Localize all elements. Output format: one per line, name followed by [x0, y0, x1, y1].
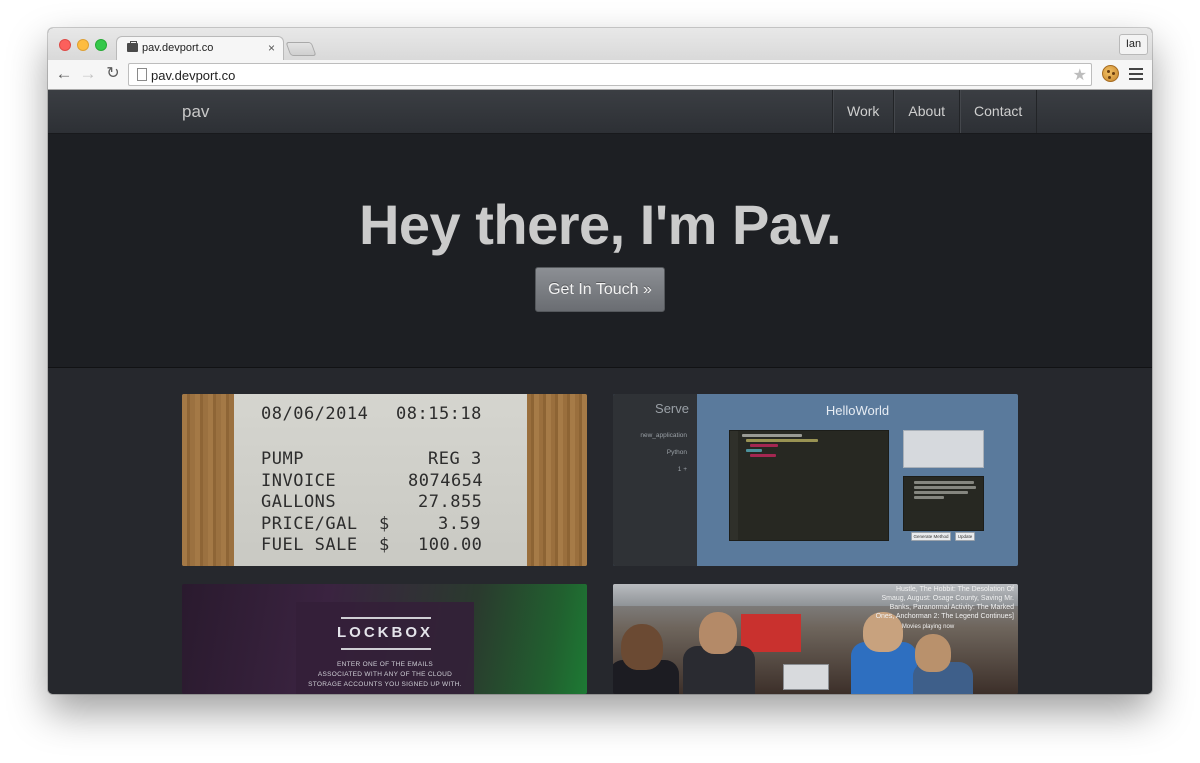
site-navbar: pav Work About Contact	[48, 90, 1152, 134]
divider	[341, 617, 431, 619]
code-line	[750, 454, 776, 457]
wood-background	[182, 394, 234, 566]
receipt-row-currency: $	[379, 535, 390, 555]
receipt-row-label: PRICE/GAL	[261, 514, 358, 534]
editor-title: HelloWorld	[825, 403, 890, 418]
nav-link-work[interactable]: Work	[833, 90, 895, 133]
photo-person	[621, 624, 663, 670]
forward-arrow-icon[interactable]: →	[78, 64, 98, 84]
update-button[interactable]: Update	[955, 532, 975, 541]
lockbox-text: ENTER ONE OF THE EMAILS	[337, 661, 433, 668]
code-line	[750, 444, 778, 447]
lockbox-card: LOCKBOX ENTER ONE OF THE EMAILS ASSOCIAT…	[296, 602, 474, 694]
code-line	[742, 434, 802, 437]
sidebar-item: new_application	[640, 432, 687, 439]
page-icon	[137, 68, 147, 81]
receipt-row-value: 8074654	[408, 471, 484, 491]
receipt-paper: 08/06/2014 08:15:18 PUMP REG 3 INVOICE 8…	[234, 394, 527, 566]
photo-caption: Smaug, August: Osage County, Saving Mr.	[881, 595, 1014, 602]
receipt-row-currency: $	[379, 514, 390, 534]
page-viewport: pav Work About Contact Hey there, I'm Pa…	[48, 90, 1152, 694]
code-line	[746, 439, 818, 442]
bookmark-star-icon[interactable]: ★	[1073, 65, 1087, 85]
output-box	[903, 430, 984, 468]
close-window-button[interactable]	[59, 39, 71, 51]
portfolio-tile-receipt[interactable]: 08/06/2014 08:15:18 PUMP REG 3 INVOICE 8…	[182, 394, 587, 566]
portfolio-tile-photo[interactable]: Hustle, The Hobbit: The Desolation Of Sm…	[613, 584, 1018, 694]
hamburger-menu-icon[interactable]	[1129, 68, 1143, 80]
minimize-window-button[interactable]	[77, 39, 89, 51]
divider	[341, 648, 431, 650]
code-line	[914, 481, 974, 484]
browser-toolbar: ← → ↻ pav.devport.co ★	[48, 60, 1152, 90]
code-editor-panel	[729, 430, 889, 541]
receipt-row-value: 3.59	[438, 514, 481, 534]
site-nav-links: Work About Contact	[832, 90, 1038, 133]
description-box	[903, 476, 984, 531]
code-line	[746, 449, 762, 452]
hero-title: Hey there, I'm Pav.	[358, 193, 842, 256]
new-tab-button[interactable]	[285, 42, 317, 56]
address-bar[interactable]: pav.devport.co ★	[128, 63, 1092, 86]
cookie-extension-icon[interactable]	[1102, 65, 1119, 82]
code-line	[914, 491, 968, 494]
portfolio-tile-editor[interactable]: Serve new_application Python 1 + HelloWo…	[613, 394, 1018, 566]
photo-laptop	[783, 664, 829, 690]
sidebar-item: 1 +	[677, 466, 687, 473]
site-brand-link[interactable]: pav	[182, 102, 209, 122]
url-text: pav.devport.co	[151, 68, 236, 83]
receipt-row-label: PUMP	[261, 449, 304, 469]
receipt-row-value: REG 3	[428, 449, 482, 469]
wood-background	[527, 394, 587, 566]
photo-person	[699, 612, 737, 654]
portfolio-tile-lockbox[interactable]: LOCKBOX ENTER ONE OF THE EMAILS ASSOCIAT…	[182, 584, 587, 694]
hero-section: Hey there, I'm Pav. Get In Touch »	[48, 134, 1152, 368]
receipt-time: 08:15:18	[396, 404, 482, 424]
photo-caption: Ones, Anchorman 2: The Legend Continues]	[875, 613, 1014, 620]
lockbox-text: ASSOCIATED WITH ANY OF THE CLOUD	[317, 671, 453, 678]
sidebar-item: Python	[666, 449, 687, 456]
sidebar-title: Serve	[655, 401, 689, 416]
back-arrow-icon[interactable]: ←	[54, 64, 74, 84]
briefcase-icon	[127, 41, 138, 52]
generate-method-button[interactable]: Generate Method	[911, 532, 951, 541]
photo-caption: Banks, Paranormal Activity: The Marked	[889, 604, 1014, 611]
editor-sidebar: Serve new_application Python 1 +	[613, 394, 697, 566]
get-in-touch-button[interactable]: Get In Touch »	[535, 267, 665, 312]
browser-tab[interactable]: pav.devport.co ×	[116, 36, 284, 61]
nav-link-about[interactable]: About	[894, 90, 961, 133]
lockbox-title: LOCKBOX	[337, 624, 433, 641]
photo-caption: Movies playing now	[901, 624, 955, 630]
receipt-row-label: GALLONS	[261, 492, 337, 512]
receipt-row-value: 100.00	[418, 535, 483, 555]
tab-title: pav.devport.co	[142, 42, 214, 54]
photo-red-table	[741, 614, 801, 652]
code-line	[914, 496, 944, 499]
code-line	[914, 486, 976, 489]
tab-strip: pav.devport.co × Ian	[48, 28, 1152, 61]
receipt-row-label: INVOICE	[261, 471, 337, 491]
lockbox-text: STORAGE ACCOUNTS YOU SIGNED UP WITH.	[308, 681, 462, 688]
screenshot-stage: pav.devport.co × Ian ← → ↻ pav.devport.c…	[0, 0, 1200, 763]
photo-caption: Hustle, The Hobbit: The Desolation Of	[895, 586, 1014, 593]
photo-person	[915, 634, 951, 672]
line-gutter	[730, 431, 738, 540]
reload-icon[interactable]: ↻	[103, 64, 123, 84]
nav-link-contact[interactable]: Contact	[960, 90, 1038, 133]
zoom-window-button[interactable]	[95, 39, 107, 51]
receipt-date: 08/06/2014	[261, 404, 369, 424]
receipt-row-value: 27.855	[418, 492, 483, 512]
browser-window: pav.devport.co × Ian ← → ↻ pav.devport.c…	[48, 28, 1152, 694]
tab-close-icon[interactable]: ×	[268, 41, 275, 55]
profile-button[interactable]: Ian	[1119, 34, 1148, 55]
receipt-row-label: FUEL SALE	[261, 535, 358, 555]
